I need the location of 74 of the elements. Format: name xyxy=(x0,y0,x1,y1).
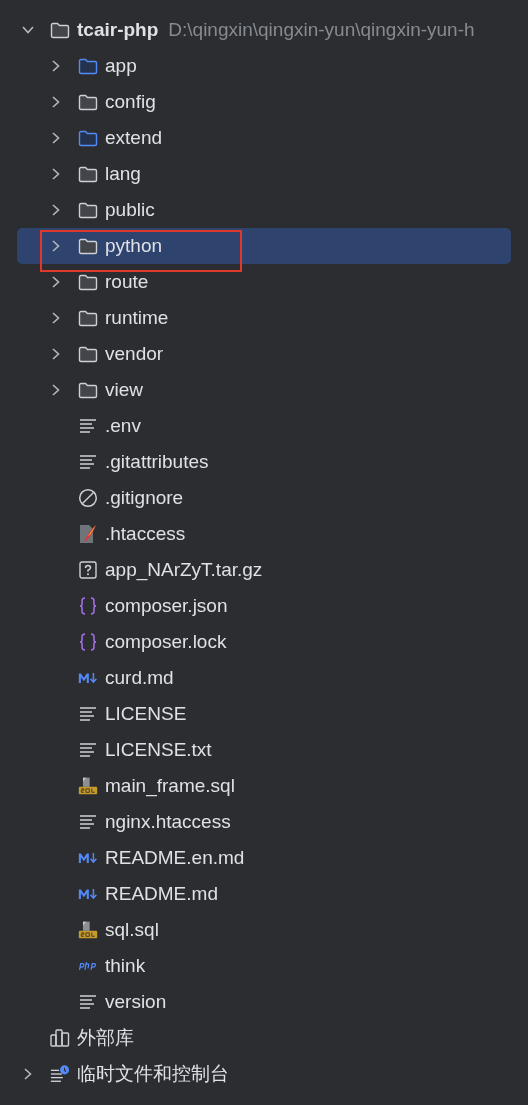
text-file-icon xyxy=(79,706,97,722)
tree-item-label[interactable]: tcair-php xyxy=(77,19,159,41)
folder-icon xyxy=(78,57,98,75)
chevron-icon[interactable] xyxy=(23,1067,33,1081)
tree-item-label[interactable]: README.en.md xyxy=(105,847,245,869)
text-file-icon xyxy=(79,742,97,758)
braces-icon xyxy=(79,596,97,616)
folder-icon xyxy=(78,345,98,363)
chevron-icon[interactable] xyxy=(51,347,61,361)
tree-item-label[interactable]: .htaccess xyxy=(105,523,186,545)
tree-item-label[interactable]: config xyxy=(105,91,156,113)
chevron-icon[interactable] xyxy=(51,239,61,253)
chevron-icon[interactable] xyxy=(51,167,61,181)
chevron-icon[interactable] xyxy=(51,131,61,145)
php-icon xyxy=(78,960,98,972)
ignore-icon xyxy=(78,488,98,508)
selected-tree-row[interactable]: python xyxy=(17,228,511,264)
tree-item-label[interactable]: python xyxy=(105,235,163,257)
chevron-icon[interactable] xyxy=(21,25,35,35)
tree-item-label[interactable]: lang xyxy=(105,163,141,185)
tree-item-label[interactable]: runtime xyxy=(105,307,169,329)
tree-item-label[interactable]: .env xyxy=(105,415,141,437)
unknown-file-icon xyxy=(79,561,97,579)
feather-file-icon xyxy=(79,524,97,544)
tree-item-label[interactable]: nginx.htaccess xyxy=(105,811,231,833)
tree-item-label[interactable]: think xyxy=(105,955,146,977)
tree-item-label[interactable]: .gitignore xyxy=(105,487,184,509)
library-icon xyxy=(50,1029,70,1047)
tree-item-label[interactable]: LICENSE xyxy=(105,703,187,725)
tree-item-label[interactable]: .gitattributes xyxy=(105,451,209,473)
chevron-icon[interactable] xyxy=(51,383,61,397)
text-file-icon xyxy=(79,814,97,830)
folder-icon xyxy=(50,21,70,39)
tree-item-label[interactable]: 临时文件和控制台 xyxy=(77,1061,229,1087)
folder-icon xyxy=(78,165,98,183)
folder-icon xyxy=(78,237,98,255)
tree-item-label[interactable]: public xyxy=(105,199,155,221)
tree-item-label[interactable]: view xyxy=(105,379,143,401)
tree-item-label[interactable]: main_frame.sql xyxy=(105,775,235,797)
tree-item-label[interactable]: composer.lock xyxy=(105,631,227,653)
tree-item-label[interactable]: app xyxy=(105,55,137,77)
chevron-icon[interactable] xyxy=(51,95,61,109)
chevron-icon[interactable] xyxy=(51,203,61,217)
text-file-icon xyxy=(79,454,97,470)
chevron-icon[interactable] xyxy=(51,275,61,289)
tree-item-label[interactable]: route xyxy=(105,271,149,293)
folder-icon xyxy=(78,93,98,111)
markdown-icon xyxy=(78,887,98,901)
folder-icon xyxy=(78,129,98,147)
database-file-icon xyxy=(78,919,98,941)
markdown-icon xyxy=(78,851,98,865)
folder-icon xyxy=(78,273,98,291)
folder-icon xyxy=(78,381,98,399)
tree-item-label[interactable]: sql.sql xyxy=(105,919,159,941)
folder-icon xyxy=(78,309,98,327)
braces-icon xyxy=(79,632,97,652)
tree-item-label[interactable]: composer.json xyxy=(105,595,228,617)
scratch-file-icon xyxy=(50,1064,70,1084)
tree-item-label[interactable]: 外部库 xyxy=(77,1025,134,1051)
project-path: D:\qingxin\qingxin-yun\qingxin-yun-h xyxy=(168,19,475,41)
text-file-icon xyxy=(79,994,97,1010)
tree-item-label[interactable]: LICENSE.txt xyxy=(105,739,212,761)
tree-item-label[interactable]: extend xyxy=(105,127,163,149)
tree-item-label[interactable]: version xyxy=(105,991,167,1013)
tree-item-label[interactable]: curd.md xyxy=(105,667,174,689)
folder-icon xyxy=(78,201,98,219)
tree-item-label[interactable]: vendor xyxy=(105,343,164,365)
database-file-icon xyxy=(78,775,98,797)
markdown-icon xyxy=(78,671,98,685)
chevron-icon[interactable] xyxy=(51,311,61,325)
tree-item-label[interactable]: README.md xyxy=(105,883,218,905)
tree-item-label[interactable]: app_NArZyT.tar.gz xyxy=(105,559,263,581)
chevron-icon[interactable] xyxy=(51,59,61,73)
text-file-icon xyxy=(79,418,97,434)
